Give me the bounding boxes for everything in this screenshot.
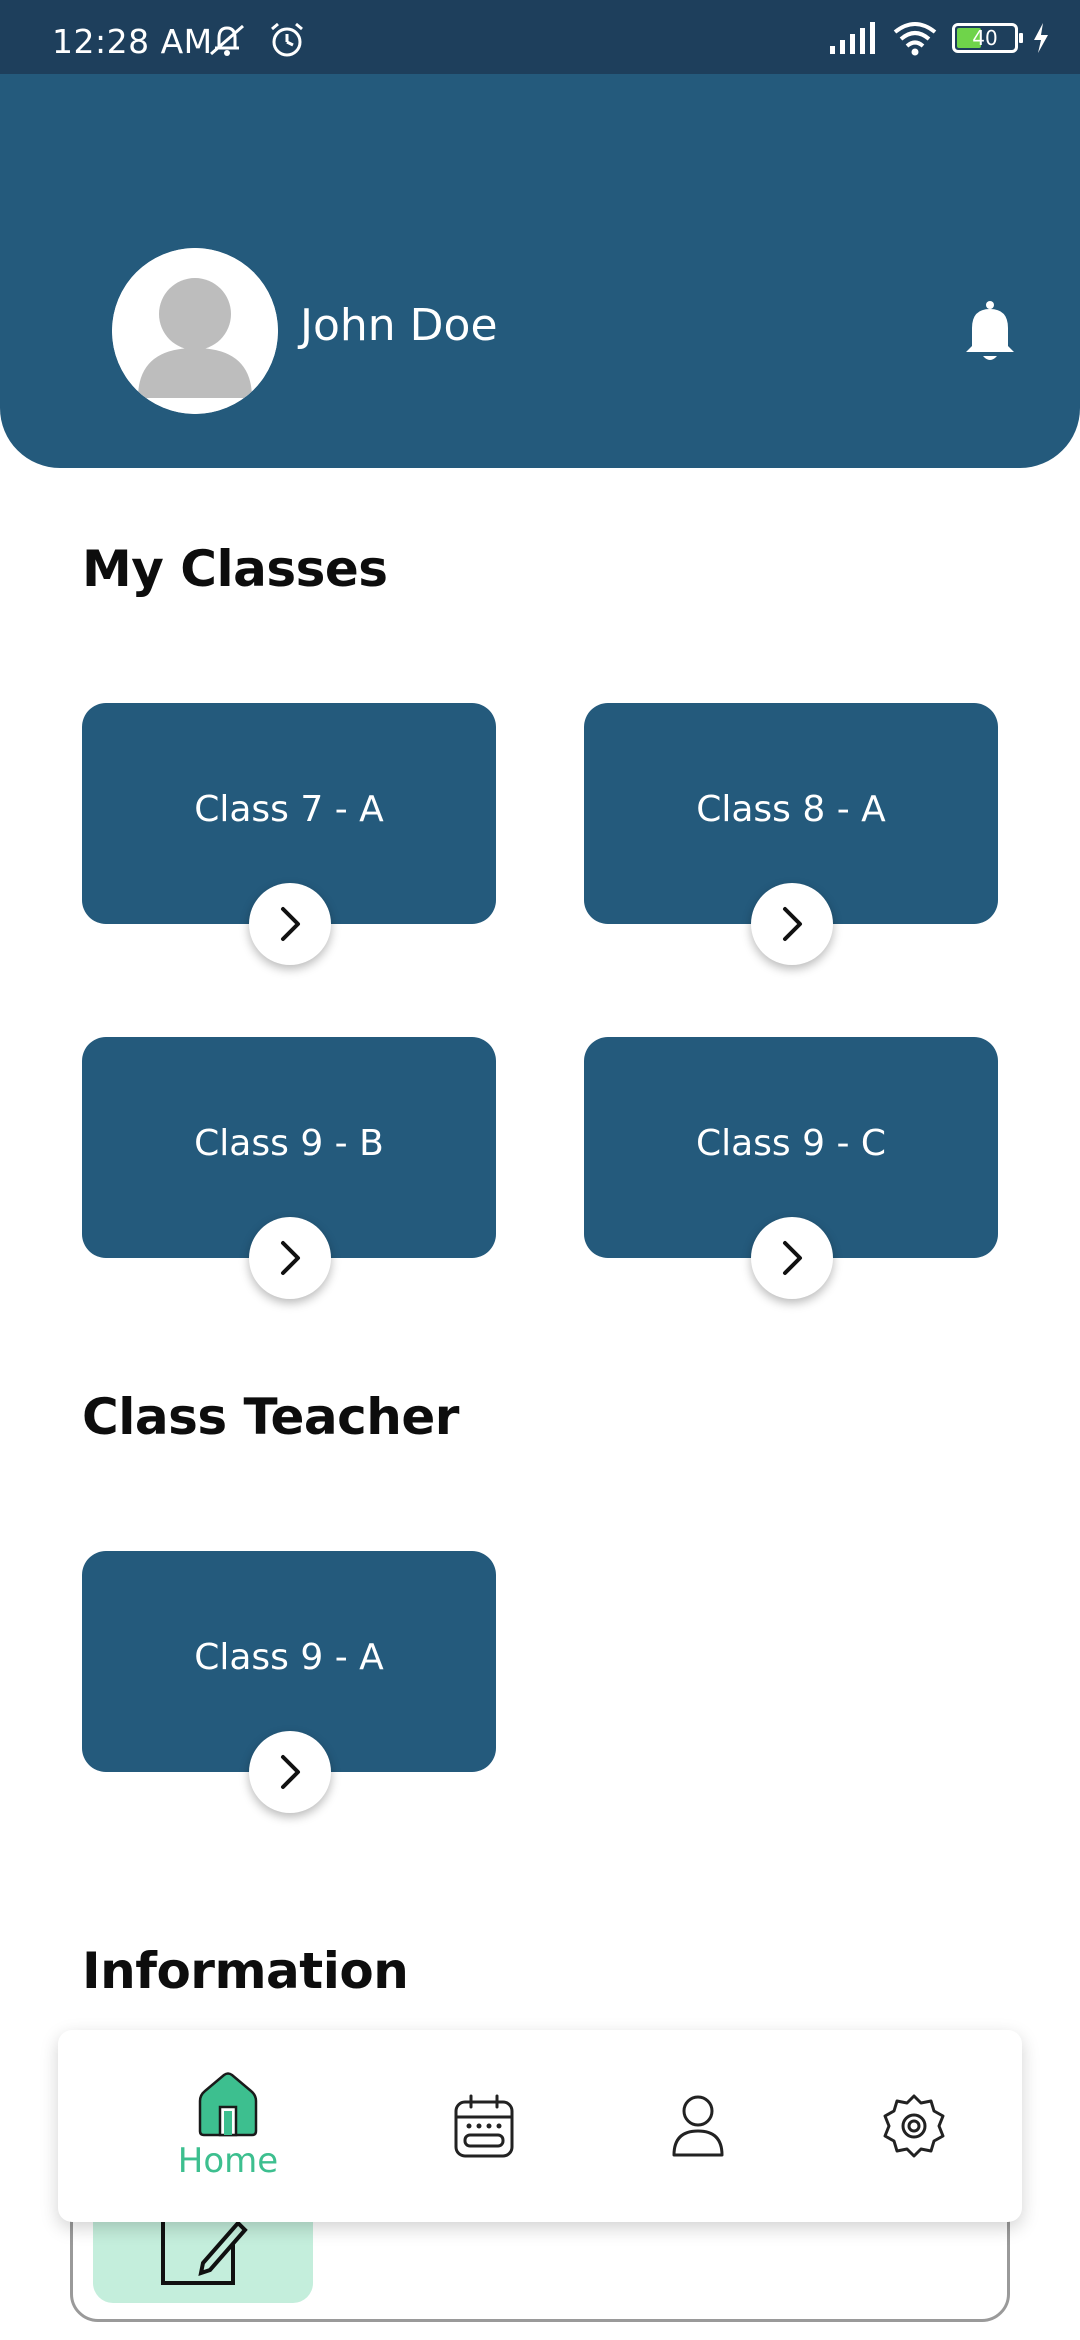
class-label: Class 9 - A <box>194 1637 384 1678</box>
open-class-button[interactable] <box>249 1217 331 1299</box>
bottom-nav: Home <box>58 2030 1022 2222</box>
open-class-button[interactable] <box>751 883 833 965</box>
class-card-9b[interactable]: Class 9 - B <box>82 1037 496 1299</box>
class-card-9c[interactable]: Class 9 - C <box>584 1037 998 1299</box>
class-card-7a[interactable]: Class 7 - A <box>82 703 496 965</box>
chevron-right-icon <box>281 907 300 941</box>
class-label: Class 9 - C <box>695 1123 887 1164</box>
nav-item-profile[interactable] <box>638 2030 758 2222</box>
alarm-icon <box>271 22 303 57</box>
battery-icon: 40 <box>952 23 1023 53</box>
class-card-8a[interactable]: Class 8 - A <box>584 703 998 965</box>
calendar-icon <box>454 2094 514 2158</box>
user-name: John Doe <box>300 300 498 351</box>
status-right-group: 40 <box>828 18 1050 58</box>
status-time: 12:28 AM <box>52 22 213 61</box>
open-class-button[interactable] <box>249 883 331 965</box>
nav-item-calendar[interactable] <box>424 2030 544 2222</box>
profile-header: John Doe <box>0 74 1080 468</box>
class-label: Class 9 - B <box>194 1123 384 1164</box>
nav-home-label: Home <box>177 2141 279 2181</box>
charging-icon <box>1034 23 1048 53</box>
chevron-right-icon <box>783 1241 802 1275</box>
user-avatar-icon <box>112 248 278 414</box>
mute-icon <box>210 24 244 56</box>
my-classes-title: My Classes <box>82 540 388 598</box>
signal-icon <box>830 22 875 54</box>
chevron-right-icon <box>281 1755 300 1789</box>
information-title: Information <box>82 1942 409 2000</box>
open-class-button[interactable] <box>249 1731 331 1813</box>
class-teacher-title: Class Teacher <box>82 1388 459 1446</box>
wifi-icon <box>893 22 937 56</box>
battery-tip <box>1019 33 1023 43</box>
nav-item-settings[interactable] <box>854 2030 974 2222</box>
class-label: Class 8 - A <box>696 789 886 830</box>
settings-icon <box>883 2094 945 2158</box>
nav-item-home[interactable]: Home <box>148 2030 308 2222</box>
avatar[interactable] <box>112 248 278 414</box>
class-label: Class 7 - A <box>194 789 384 830</box>
battery-level: 40 <box>972 26 998 50</box>
class-card-9a[interactable]: Class 9 - A <box>82 1551 496 1813</box>
chevron-right-icon <box>783 907 802 941</box>
profile-icon <box>672 2095 724 2157</box>
chevron-right-icon <box>281 1241 300 1275</box>
status-bar: 12:28 AM 40 <box>0 0 1080 74</box>
open-class-button[interactable] <box>751 1217 833 1299</box>
home-icon <box>198 2072 258 2137</box>
bell-icon[interactable] <box>960 300 1020 364</box>
